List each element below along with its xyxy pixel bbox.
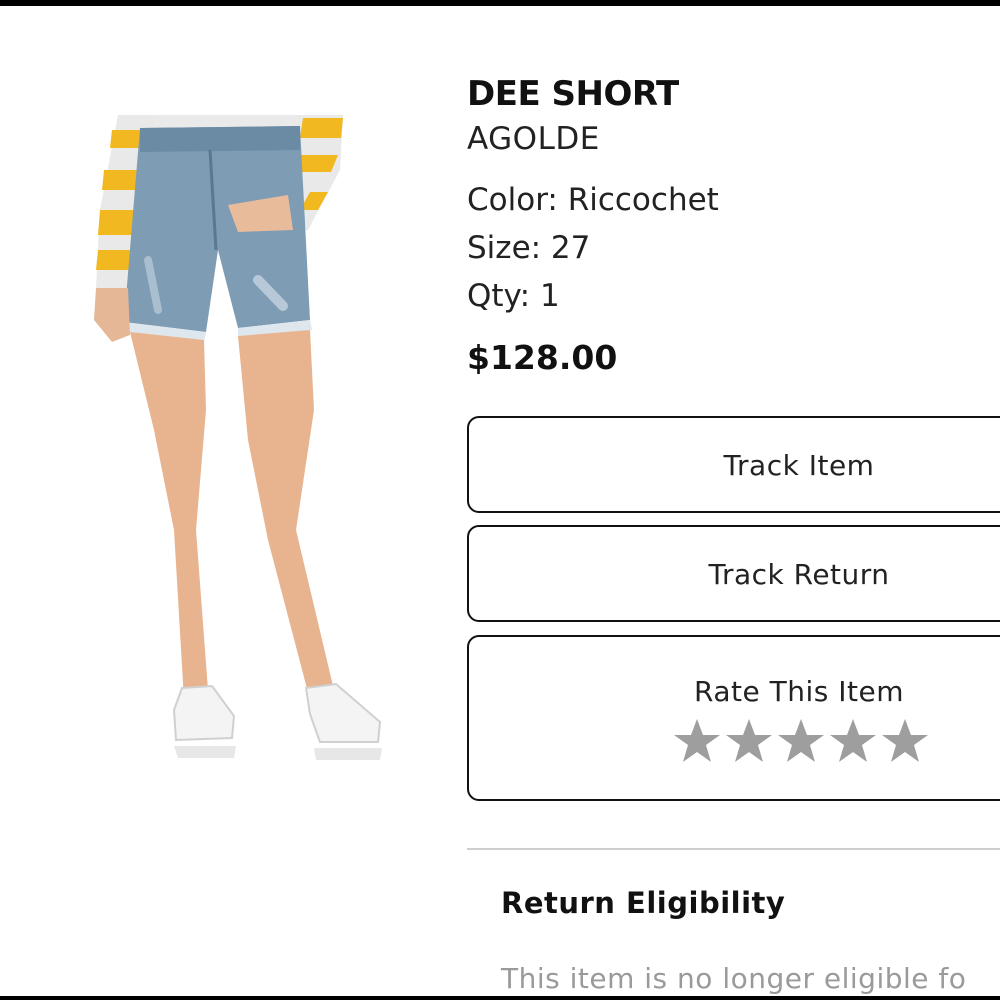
order-item-screen: DEE SHORT AGOLDE Color: Riccochet Size: …	[0, 0, 1000, 1000]
return-eligibility-heading: Return Eligibility	[501, 886, 786, 920]
product-price: $128.00	[467, 338, 618, 377]
track-return-button[interactable]: Track Return	[467, 525, 1000, 622]
return-eligibility-message: This item is no longer eligible fo	[501, 962, 967, 995]
rate-item-label: Rate This Item	[694, 675, 904, 708]
star-rating[interactable]	[672, 715, 932, 767]
model-sneakers	[172, 682, 382, 760]
model-shorts	[122, 126, 312, 342]
bottom-border	[0, 996, 1000, 1000]
product-name: DEE SHORT	[467, 74, 679, 114]
product-color: Color: Riccochet	[467, 182, 719, 218]
section-divider	[467, 848, 1000, 850]
product-brand: AGOLDE	[467, 121, 600, 157]
track-item-button[interactable]: Track Item	[467, 416, 1000, 513]
rate-item-panel[interactable]: Rate This Item	[467, 635, 1000, 801]
product-qty: Qty: 1	[467, 278, 560, 314]
track-return-label: Track Return	[708, 558, 890, 591]
model-left-hand	[94, 288, 130, 342]
star-icon[interactable]	[724, 715, 774, 767]
track-item-label: Track Item	[723, 449, 875, 482]
model-legs	[130, 330, 334, 700]
star-icon[interactable]	[672, 715, 722, 767]
product-size: Size: 27	[467, 230, 591, 266]
product-image[interactable]	[88, 110, 388, 762]
top-border	[0, 0, 1000, 6]
star-icon[interactable]	[776, 715, 826, 767]
star-icon[interactable]	[880, 715, 930, 767]
star-icon[interactable]	[828, 715, 878, 767]
